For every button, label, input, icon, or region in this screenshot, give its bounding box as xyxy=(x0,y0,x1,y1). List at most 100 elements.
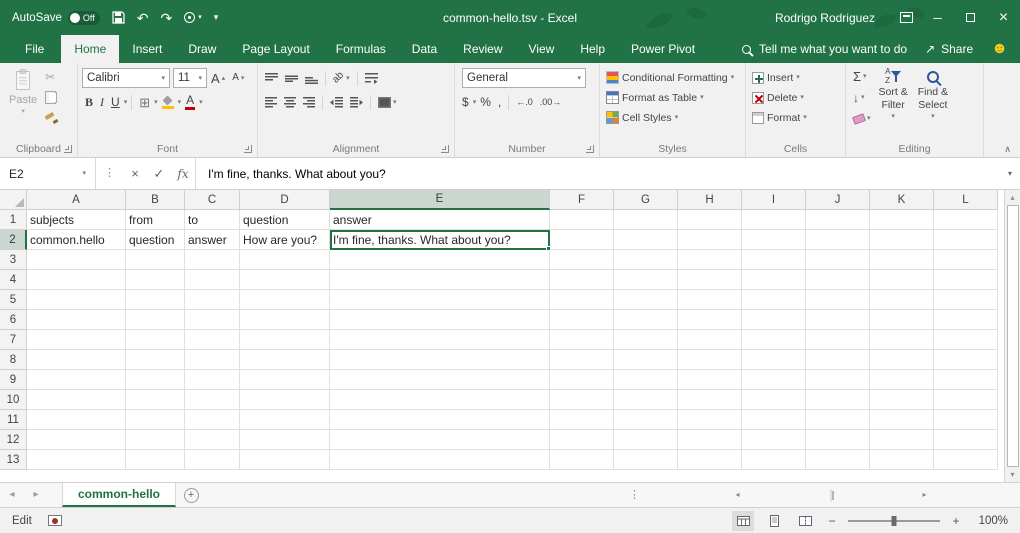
paste-button[interactable]: Paste ▾ xyxy=(4,66,42,141)
column-header-H[interactable]: H xyxy=(678,190,742,210)
cell-H4[interactable] xyxy=(678,270,742,290)
find-select-button[interactable]: Find & Select ▾ xyxy=(913,66,953,141)
number-dialog-launcher[interactable] xyxy=(586,145,594,153)
cell-A5[interactable] xyxy=(27,290,126,310)
redo-button[interactable]: ↷ xyxy=(160,11,172,25)
cell-G4[interactable] xyxy=(614,270,678,290)
cell-C3[interactable] xyxy=(185,250,240,270)
column-header-K[interactable]: K xyxy=(870,190,934,210)
cell-C1[interactable]: to xyxy=(185,210,240,230)
fill-handle[interactable] xyxy=(546,246,551,251)
cell-A12[interactable] xyxy=(27,430,126,450)
italic-button[interactable]: I xyxy=(97,92,107,113)
horizontal-scrollbar-track[interactable] xyxy=(830,489,832,502)
orientation-button[interactable]: ab ▾ xyxy=(330,68,353,89)
cell-H13[interactable] xyxy=(678,450,742,470)
percent-style-button[interactable]: % xyxy=(477,92,494,113)
column-header-D[interactable]: D xyxy=(240,190,330,210)
row-header-3[interactable]: 3 xyxy=(0,250,27,270)
cell-E10[interactable] xyxy=(330,390,550,410)
zoom-level[interactable]: 100% xyxy=(972,515,1008,527)
cell-D2[interactable]: How are you? xyxy=(240,230,330,250)
merge-center-caret[interactable]: ▾ xyxy=(393,99,397,106)
tab-view[interactable]: View xyxy=(516,35,568,63)
cell-I3[interactable] xyxy=(742,250,806,270)
align-right-button[interactable] xyxy=(300,92,318,113)
cell-B2[interactable]: question xyxy=(126,230,185,250)
expand-formula-bar-button[interactable]: ▾ xyxy=(1000,158,1020,189)
align-middle-button[interactable] xyxy=(282,68,301,89)
tabbar-splitter[interactable]: ⋮ xyxy=(621,483,648,507)
cell-G3[interactable] xyxy=(614,250,678,270)
horizontal-scrollbar-thumb[interactable] xyxy=(832,491,834,500)
row-header-5[interactable]: 5 xyxy=(0,290,27,310)
zoom-slider-thumb[interactable] xyxy=(892,516,897,526)
column-header-A[interactable]: A xyxy=(27,190,126,210)
cell-G13[interactable] xyxy=(614,450,678,470)
cell-D3[interactable] xyxy=(240,250,330,270)
column-header-F[interactable]: F xyxy=(550,190,614,210)
cell-L2[interactable] xyxy=(934,230,998,250)
cell-F11[interactable] xyxy=(550,410,614,430)
cell-F7[interactable] xyxy=(550,330,614,350)
vertical-scrollbar[interactable]: ▴ ▾ xyxy=(1004,190,1020,482)
cell-D7[interactable] xyxy=(240,330,330,350)
tab-power-pivot[interactable]: Power Pivot xyxy=(618,35,708,63)
cell-D4[interactable] xyxy=(240,270,330,290)
normal-view-button[interactable] xyxy=(732,511,754,531)
cell-L8[interactable] xyxy=(934,350,998,370)
cell-I6[interactable] xyxy=(742,310,806,330)
vertical-scrollbar-thumb[interactable] xyxy=(1007,205,1019,467)
clear-button[interactable]: ▾ xyxy=(850,108,874,129)
cell-L11[interactable] xyxy=(934,410,998,430)
format-cells-button[interactable]: Format ▾ xyxy=(750,108,841,127)
cell-J1[interactable] xyxy=(806,210,870,230)
insert-cells-button[interactable]: Insert ▾ xyxy=(750,68,841,87)
tab-draw[interactable]: Draw xyxy=(175,35,229,63)
row-header-11[interactable]: 11 xyxy=(0,410,27,430)
cell-J10[interactable] xyxy=(806,390,870,410)
tab-data[interactable]: Data xyxy=(399,35,450,63)
maximize-button[interactable] xyxy=(954,0,987,35)
cell-J6[interactable] xyxy=(806,310,870,330)
cell-C13[interactable] xyxy=(185,450,240,470)
cell-J8[interactable] xyxy=(806,350,870,370)
cell-I11[interactable] xyxy=(742,410,806,430)
enter-button[interactable]: ✓ xyxy=(147,158,171,189)
cell-D8[interactable] xyxy=(240,350,330,370)
cell-K1[interactable] xyxy=(870,210,934,230)
borders-button[interactable]: ⊞ xyxy=(136,92,153,113)
cell-H2[interactable] xyxy=(678,230,742,250)
cell-K6[interactable] xyxy=(870,310,934,330)
wrap-text-button[interactable] xyxy=(362,68,381,89)
cell-F8[interactable] xyxy=(550,350,614,370)
cell-E6[interactable] xyxy=(330,310,550,330)
cell-I4[interactable] xyxy=(742,270,806,290)
zoom-out-button[interactable]: − xyxy=(825,515,839,527)
accounting-format-caret[interactable]: ▾ xyxy=(473,99,477,106)
cell-L4[interactable] xyxy=(934,270,998,290)
cell-A8[interactable] xyxy=(27,350,126,370)
page-break-view-button[interactable] xyxy=(794,511,816,531)
cell-J4[interactable] xyxy=(806,270,870,290)
cell-H3[interactable] xyxy=(678,250,742,270)
row-header-10[interactable]: 10 xyxy=(0,390,27,410)
align-top-button[interactable] xyxy=(262,68,281,89)
cell-K8[interactable] xyxy=(870,350,934,370)
cell-E9[interactable] xyxy=(330,370,550,390)
cell-J13[interactable] xyxy=(806,450,870,470)
scroll-down-arrow[interactable]: ▾ xyxy=(1006,468,1019,481)
cell-I12[interactable] xyxy=(742,430,806,450)
select-all-corner[interactable] xyxy=(0,190,27,210)
cell-E1[interactable]: answer xyxy=(330,210,550,230)
cell-G12[interactable] xyxy=(614,430,678,450)
decrease-font-size-button[interactable]: A ▾ xyxy=(229,68,247,89)
name-box[interactable]: E2 ▾ xyxy=(0,158,96,189)
cell-C6[interactable] xyxy=(185,310,240,330)
zoom-in-button[interactable]: + xyxy=(949,515,963,527)
cell-F6[interactable] xyxy=(550,310,614,330)
cell-F3[interactable] xyxy=(550,250,614,270)
fill-button[interactable]: ↓ ▾ xyxy=(850,87,874,108)
cell-G8[interactable] xyxy=(614,350,678,370)
format-as-table-button[interactable]: Format as Table ▾ xyxy=(604,88,741,107)
